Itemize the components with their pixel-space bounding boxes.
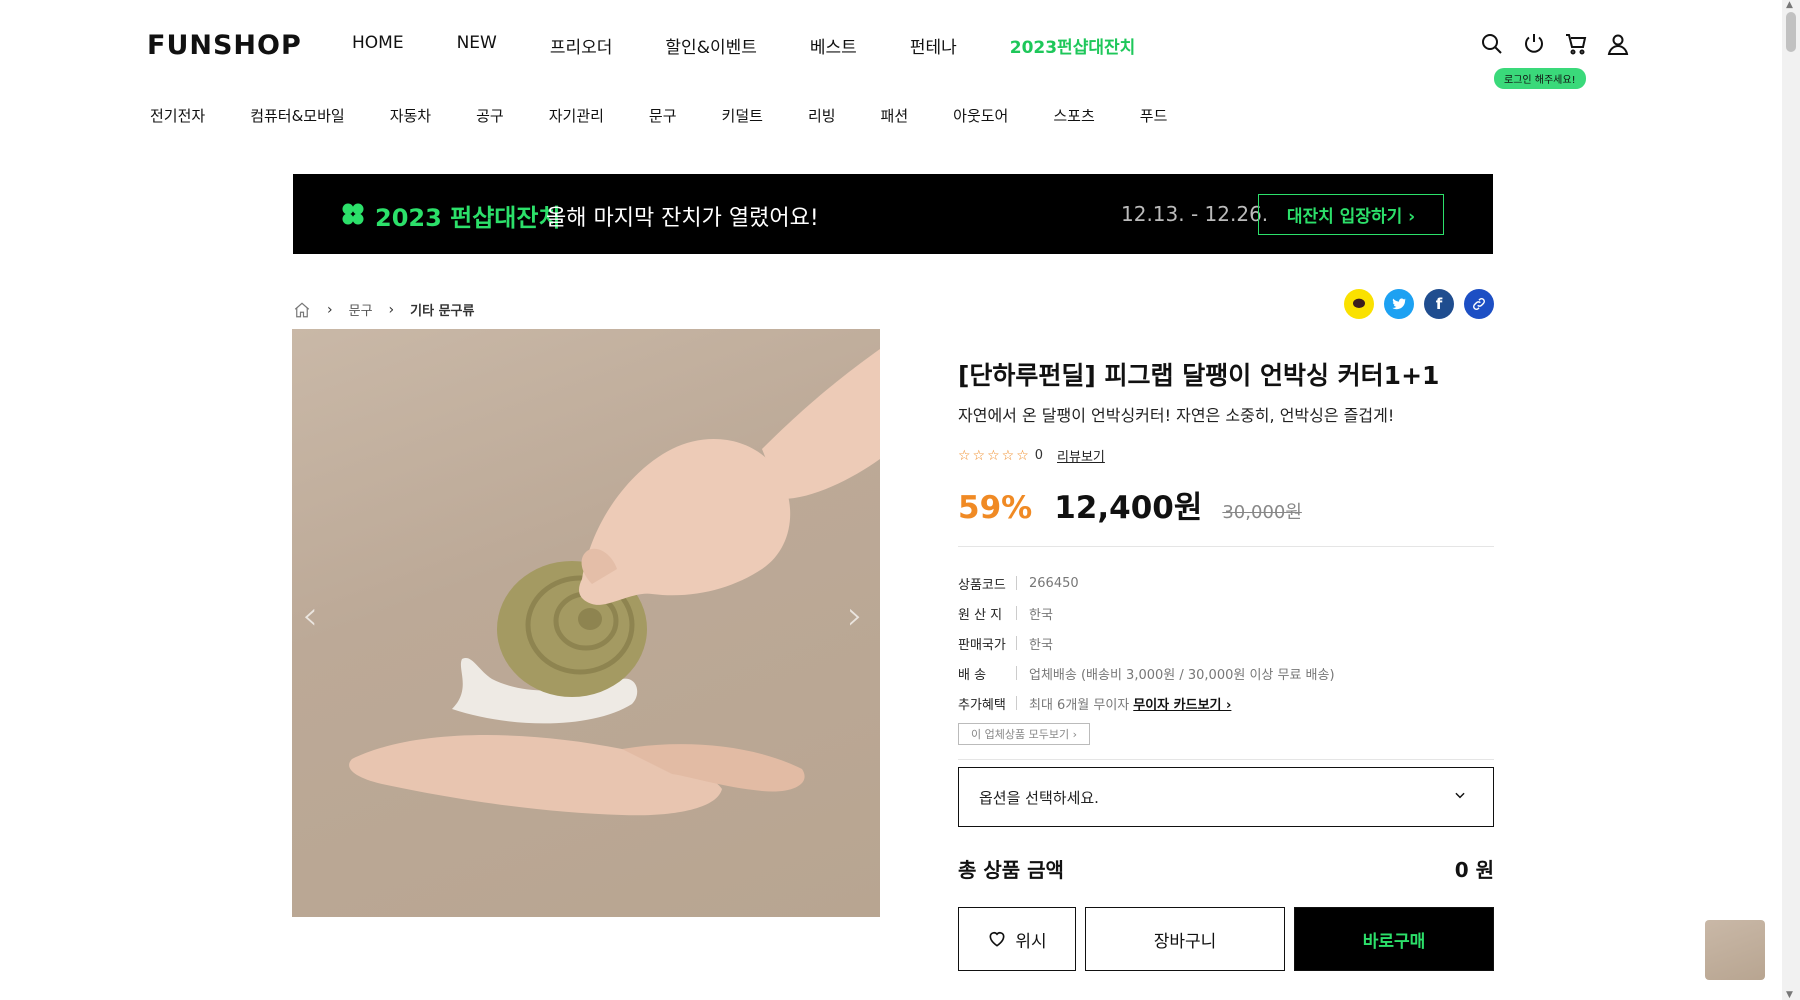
spec-value: 업체배송 (배송비 3,000원 / 30,000원 이상 무료 배송) <box>1029 667 1335 683</box>
category-computer-mobile[interactable]: 컴퓨터&모바일 <box>250 105 345 126</box>
scrollbar[interactable]: ▲ ▼ <box>1782 0 1800 1000</box>
category-food[interactable]: 푸드 <box>1140 105 1168 126</box>
spec-key: 추가혜택 <box>958 697 1006 713</box>
add-to-cart-button[interactable]: 장바구니 <box>1085 907 1285 971</box>
category-outdoor[interactable]: 아웃도어 <box>953 105 1008 126</box>
prev-image-icon[interactable]: ‹ <box>302 593 318 639</box>
scroll-down-icon[interactable]: ▼ <box>1786 990 1793 1000</box>
spec-key: 판매국가 <box>958 637 1006 653</box>
share-buttons: f <box>1344 289 1494 319</box>
review-link[interactable]: 리뷰보기 <box>1057 446 1105 465</box>
spec-row: 상품코드 266450 <box>958 568 1335 598</box>
purchase-buttons: 위시 장바구니 바로구매 <box>958 907 1494 971</box>
buy-now-button[interactable]: 바로구매 <box>1294 907 1494 971</box>
spec-key: 배 송 <box>958 667 987 683</box>
total-price: 총 상품 금액 0 원 <box>958 854 1494 883</box>
product-photo: ‹ › <box>302 349 880 816</box>
kakaotalk-icon[interactable] <box>1344 289 1374 319</box>
chevron-down-icon <box>1455 792 1465 799</box>
logo[interactable]: FUNSHOP <box>147 30 302 61</box>
spec-value: 한국 <box>1029 607 1053 623</box>
discount-rate: 59% <box>958 490 1033 526</box>
divider <box>958 546 1494 547</box>
category-kidult[interactable]: 키덜트 <box>722 105 763 126</box>
rating: ☆☆☆☆☆ 0 리뷰보기 <box>958 446 1105 466</box>
recent-product-thumbnail[interactable] <box>1705 920 1765 980</box>
nav-best[interactable]: 베스트 <box>810 33 857 58</box>
breadcrumb-level1[interactable]: 문구 <box>349 300 373 319</box>
product-description: 자연에서 온 달팽이 언박싱커터! 자연은 소중히, 언박싱은 즐겁게! <box>958 406 1395 425</box>
all-vendor-products-button[interactable]: 이 업체상품 모두보기 › <box>958 723 1090 745</box>
category-fashion[interactable]: 패션 <box>881 105 909 126</box>
home-icon[interactable] <box>293 301 311 319</box>
breadcrumb-current[interactable]: 기타 문구류 <box>410 300 474 319</box>
spec-row: 판매국가 한국 <box>958 628 1335 658</box>
option-placeholder: 옵션을 선택하세요. <box>979 788 1099 807</box>
total-label: 총 상품 금액 <box>958 858 1064 882</box>
user-icon[interactable] <box>1606 32 1630 56</box>
total-value: 0 원 <box>1454 858 1494 882</box>
link-icon[interactable] <box>1464 289 1494 319</box>
page: FUNSHOP HOME NEW 프리오더 할인&이벤트 베스트 펀테나 202… <box>0 0 1782 1000</box>
banner-title: 2023 펀샵대잔치 <box>375 204 561 232</box>
interest-free-card-link[interactable]: 무이자 카드보기 › <box>1133 694 1231 713</box>
banner-date: 12.13. - 12.26. <box>1121 202 1269 226</box>
wish-button[interactable]: 위시 <box>958 907 1076 971</box>
category-electronics[interactable]: 전기전자 <box>150 105 205 126</box>
category-car[interactable]: 자동차 <box>390 105 431 126</box>
option-select[interactable]: 옵션을 선택하세요. <box>958 767 1494 827</box>
nav-new[interactable]: NEW <box>457 33 497 58</box>
nav-2023-festival[interactable]: 2023펀샵대잔치 <box>1010 33 1136 58</box>
scroll-up-icon[interactable]: ▲ <box>1786 0 1793 10</box>
review-count: 0 <box>1034 448 1044 463</box>
scrollbar-thumb[interactable] <box>1786 12 1796 52</box>
spec-value: 최대 6개월 무이자 <box>1029 697 1130 713</box>
main-nav: HOME NEW 프리오더 할인&이벤트 베스트 펀테나 2023펀샵대잔치 <box>352 33 1188 58</box>
facebook-icon[interactable]: f <box>1424 289 1454 319</box>
spec-row: 배 송 업체배송 (배송비 3,000원 / 30,000원 이상 무료 배송) <box>958 658 1335 688</box>
category-tools[interactable]: 공구 <box>476 105 504 126</box>
heart-icon <box>989 931 1005 947</box>
twitter-icon[interactable] <box>1384 289 1414 319</box>
divider <box>958 759 1494 760</box>
spec-value: 266450 <box>1029 575 1079 591</box>
category-sports[interactable]: 스포츠 <box>1053 105 1094 126</box>
event-banner[interactable]: 2023 펀샵대잔치 올해 마지막 잔치가 열렸어요! 12.13. - 12.… <box>293 174 1493 254</box>
original-price: 30,000원 <box>1222 502 1302 523</box>
category-nav: 전기전자 컴퓨터&모바일 자동차 공구 자기관리 문구 키덜트 리빙 패션 아웃… <box>150 105 1212 126</box>
product-specs: 상품코드 266450 원 산 지 한국 판매국가 한국 배 송 업체배송 (배… <box>958 568 1335 718</box>
nav-sale-event[interactable]: 할인&이벤트 <box>665 33 756 58</box>
spec-row: 원 산 지 한국 <box>958 598 1335 628</box>
nav-funtenna[interactable]: 펀테나 <box>910 33 957 58</box>
nav-preorder[interactable]: 프리오더 <box>550 33 613 58</box>
wish-label: 위시 <box>1015 931 1047 952</box>
power-icon[interactable] <box>1522 32 1546 56</box>
next-image-icon[interactable]: › <box>847 593 863 639</box>
product-title: [단하루펀딜] 피그랩 달팽이 언박싱 커터1+1 <box>958 361 1440 390</box>
price: 59% 12,400원 30,000원 <box>958 482 1302 527</box>
sale-price: 12,400원 <box>1054 490 1203 526</box>
login-badge[interactable]: 로그인 해주세요! <box>1494 68 1586 89</box>
header-icons <box>1480 32 1630 56</box>
banner-enter-button[interactable]: 대잔치 입장하기 › <box>1258 194 1444 235</box>
star-rating-icon: ☆☆☆☆☆ <box>958 447 1031 464</box>
breadcrumb: › 문구 › 기타 문구류 <box>293 300 474 319</box>
spec-value: 한국 <box>1029 637 1053 653</box>
clover-icon <box>342 203 364 225</box>
category-self-care[interactable]: 자기관리 <box>549 105 604 126</box>
nav-home[interactable]: HOME <box>352 33 404 58</box>
cart-icon[interactable] <box>1564 32 1588 56</box>
chevron-right-icon: › <box>327 301 333 318</box>
spec-key: 상품코드 <box>958 577 1006 593</box>
spec-key: 원 산 지 <box>958 607 1003 623</box>
category-stationery[interactable]: 문구 <box>649 105 677 126</box>
chevron-right-icon: › <box>388 301 395 318</box>
category-living[interactable]: 리빙 <box>808 105 836 126</box>
product-image[interactable]: ‹ › <box>292 329 880 917</box>
spec-row: 추가혜택 최대 6개월 무이자 무이자 카드보기 › <box>958 688 1335 718</box>
banner-subtitle: 올해 마지막 잔치가 열렸어요! <box>546 206 819 231</box>
search-icon[interactable] <box>1480 32 1504 56</box>
